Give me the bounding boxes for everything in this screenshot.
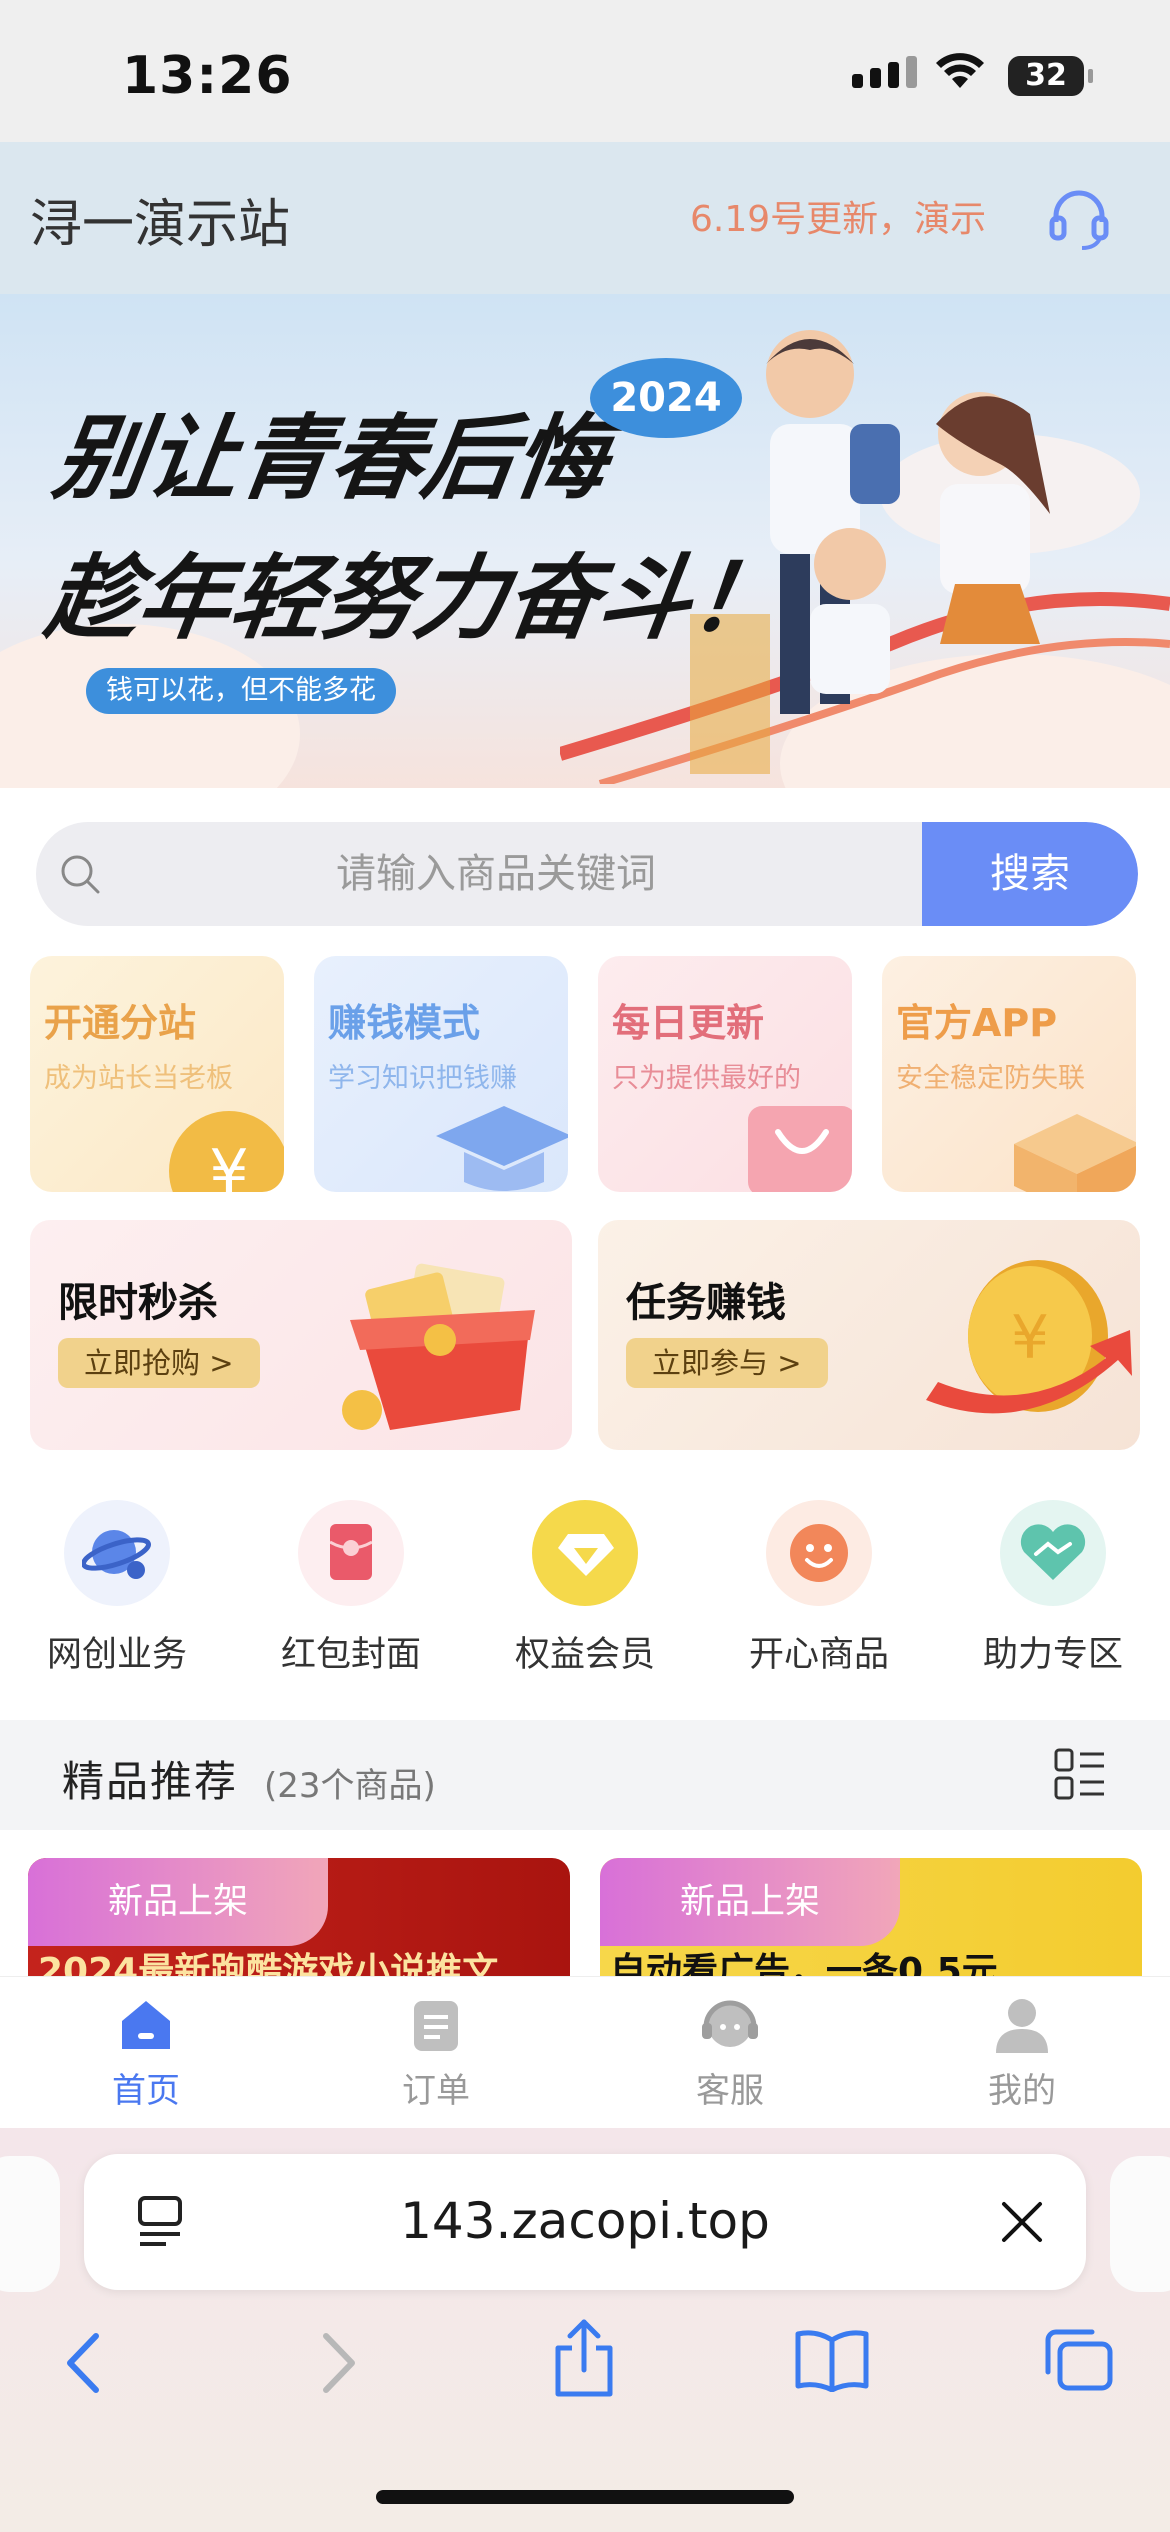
order-icon — [414, 2001, 458, 2051]
quick-entry-label: 权益会员 — [514, 1635, 655, 1675]
tab-profile[interactable]: 我的 — [932, 1997, 1112, 2112]
recommend-title: 精品推荐 — [62, 1757, 239, 1806]
site-header: 浔一演示站 6.19号更新，演示 — [0, 142, 1170, 294]
search-icon — [61, 855, 100, 894]
feature-title: 每日更新 — [612, 1001, 765, 1045]
address-bar[interactable]: 143.zacopi.top — [84, 2154, 1086, 2290]
close-icon[interactable] — [994, 2194, 1050, 2250]
quick-entry-label: 网创业务 — [46, 1635, 187, 1675]
quick-entry-assist-zone[interactable]: 助力专区 — [958, 1500, 1148, 1677]
svg-text:¥: ¥ — [1011, 1303, 1049, 1373]
promo-title: 任务赚钱 — [626, 1280, 786, 1326]
product-card[interactable]: 新品上架 自动看广告，一条0.5元 — [600, 1858, 1142, 1978]
feature-subtitle: 成为站长当老板 — [44, 1063, 233, 1094]
feature-card-daily-update[interactable]: 每日更新 只为提供最好的 — [598, 956, 852, 1192]
quick-entry-red-envelope[interactable]: 红包封面 — [256, 1500, 446, 1677]
tab-orders[interactable]: 订单 — [346, 1997, 526, 2112]
home-icon — [122, 2001, 170, 2049]
new-product-tag: 新品上架 — [28, 1858, 328, 1946]
headset-icon — [702, 2000, 758, 2047]
quick-entry-online-business[interactable]: 网创业务 — [22, 1500, 212, 1677]
product-card[interactable]: 新品上架 2024最新跑酷游戏小说推文 — [28, 1858, 570, 1978]
banner-tagline: 钱可以花，但不能多花 — [86, 668, 396, 714]
feature-card-money-mode[interactable]: 赚钱模式 学习知识把钱赚 — [314, 956, 568, 1192]
cellular-signal-icon — [852, 56, 917, 88]
quick-entry-label: 助力专区 — [982, 1635, 1123, 1675]
new-product-tag: 新品上架 — [600, 1858, 900, 1946]
feature-card-open-substation[interactable]: 开通分站 成为站长当老板 ¥ — [30, 956, 284, 1192]
handshake-icon — [1020, 1524, 1086, 1580]
tab-service[interactable]: 客服 — [640, 1997, 820, 2112]
buy-now-button[interactable]: 立即抢购 > — [58, 1338, 260, 1388]
gold-coin-icon: ¥ — [926, 1260, 1132, 1414]
quick-entry-vip[interactable]: 权益会员 — [490, 1500, 680, 1677]
red-envelope-icon — [330, 1524, 372, 1580]
bottom-tab-bar: 首页 订单 客服 我的 — [0, 1976, 1170, 2126]
product-title: 自动看广告，一条0.5元 — [610, 1951, 998, 1978]
promo-title: 限时秒杀 — [58, 1280, 218, 1326]
quick-entry-happy-goods[interactable]: 开心商品 — [724, 1500, 914, 1677]
tab-home[interactable]: 首页 — [56, 1997, 236, 2112]
gift-box-icon — [342, 1263, 535, 1430]
share-icon[interactable] — [552, 2318, 616, 2398]
notice-marquee[interactable]: 6.19号更新，演示 — [690, 190, 990, 242]
banner-headline-1: 别让青春后悔 — [47, 405, 615, 512]
bookmarks-icon[interactable] — [794, 2328, 870, 2392]
svg-text:¥: ¥ — [209, 1136, 248, 1192]
promo-task-earn[interactable]: 任务赚钱 立即参与 > ¥ — [598, 1220, 1140, 1450]
next-tab-peek[interactable] — [1110, 2156, 1170, 2292]
smile-icon — [790, 1524, 848, 1582]
recommend-count: (23个商品) — [264, 1766, 436, 1806]
planet-icon — [82, 1530, 151, 1579]
feature-card-official-app[interactable]: 官方APP 安全稳定防失联 — [882, 956, 1136, 1192]
yuan-coin-icon: ¥ — [169, 1111, 284, 1192]
list-layout-icon[interactable] — [1054, 1748, 1106, 1800]
feature-subtitle: 学习知识把钱赚 — [328, 1063, 517, 1094]
status-time: 13:26 — [122, 46, 293, 106]
promo-flash-sale[interactable]: 限时秒杀 立即抢购 > — [30, 1220, 572, 1450]
banner-year-badge: 2024 — [590, 358, 742, 438]
diamond-icon — [558, 1534, 614, 1576]
customer-service-icon[interactable] — [1046, 186, 1112, 252]
graduation-cap-icon — [436, 1106, 568, 1191]
shopping-bag-icon — [748, 1106, 852, 1192]
quick-entry-label: 红包封面 — [280, 1635, 421, 1675]
feature-subtitle: 只为提供最好的 — [612, 1063, 801, 1094]
tab-label: 首页 — [112, 2071, 180, 2111]
previous-tab-peek[interactable] — [0, 2156, 60, 2292]
tab-label: 客服 — [696, 2071, 764, 2111]
feature-title: 开通分站 — [44, 1001, 197, 1045]
recommend-section-header: 精品推荐 (23个商品) — [0, 1720, 1170, 1830]
site-title: 浔一演示站 — [30, 195, 291, 255]
quick-entry-label: 开心商品 — [748, 1635, 889, 1675]
search-button[interactable]: 搜索 — [922, 822, 1138, 926]
search-input[interactable] — [126, 822, 866, 926]
user-icon — [996, 1999, 1048, 2053]
feature-subtitle: 安全稳定防失联 — [896, 1063, 1085, 1094]
tab-label: 订单 — [402, 2071, 470, 2111]
feature-title: 赚钱模式 — [328, 1001, 481, 1045]
url-text: 143.zacopi.top — [400, 2192, 770, 2250]
status-bar: 13:26 32 — [0, 0, 1170, 142]
tabs-overview-icon[interactable] — [1044, 2328, 1114, 2392]
hero-banner[interactable]: 别让青春后悔 2024 趁年轻努力奋斗！ 钱可以花，但不能多花 — [0, 294, 1170, 788]
box-icon — [1014, 1114, 1136, 1192]
battery-icon: 32 — [1008, 56, 1093, 96]
search-bar: 搜索 — [36, 822, 1138, 926]
product-title: 2024最新跑酷游戏小说推文 — [38, 1951, 499, 1978]
feature-title: 官方APP — [896, 1001, 1058, 1045]
banner-headline-2: 趁年轻努力奋斗！ — [39, 545, 791, 652]
tab-label: 我的 — [988, 2071, 1056, 2111]
join-now-button[interactable]: 立即参与 > — [626, 1338, 828, 1388]
forward-icon[interactable] — [316, 2328, 360, 2398]
browser-toolbar: 143.zacopi.top — [0, 2128, 1170, 2532]
back-icon[interactable] — [62, 2328, 106, 2398]
wifi-icon — [936, 53, 984, 88]
home-indicator — [376, 2490, 794, 2504]
